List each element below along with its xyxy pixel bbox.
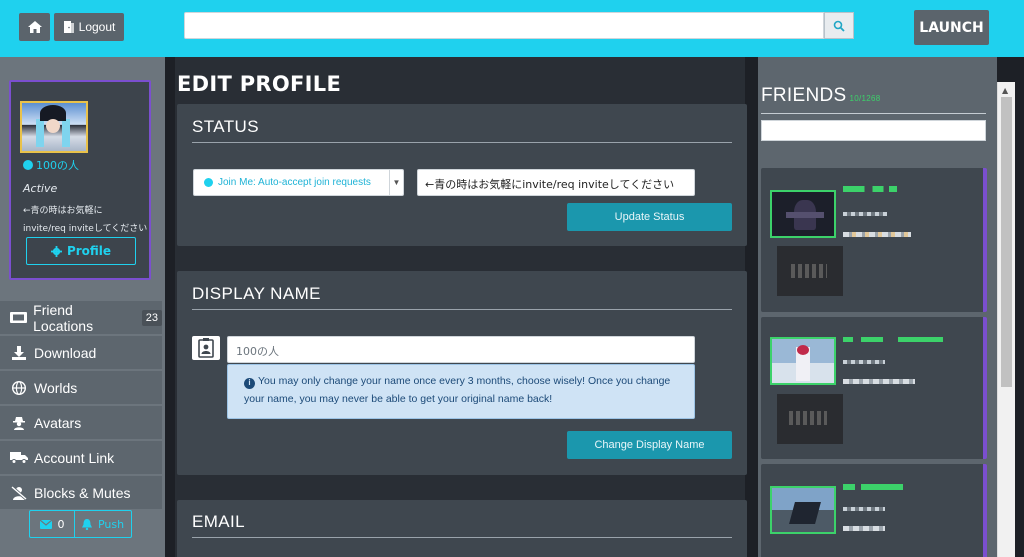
nav-item-label: Avatars [34, 414, 82, 431]
user-status: Active [23, 182, 58, 195]
search-button[interactable] [824, 12, 854, 39]
friend-card[interactable] [761, 317, 987, 459]
id-badge-icon [192, 336, 220, 360]
nav-item-friend-locations[interactable]: Friend Locations 23 [0, 301, 162, 334]
status-select[interactable]: Join Me: Auto-accept join requests ▼ [193, 169, 404, 196]
home-button[interactable] [19, 13, 50, 41]
email-panel-title: EMAIL [192, 512, 246, 531]
nav-item-avatars[interactable]: Avatars [0, 406, 162, 439]
push-button[interactable]: Push [75, 510, 132, 538]
avatar[interactable] [20, 101, 88, 153]
logout-label: Logout [78, 20, 116, 34]
update-status-button[interactable]: Update Status [567, 203, 732, 231]
main-content: EDIT PROFILE STATUS Join Me: Auto-accept… [165, 57, 758, 557]
change-display-name-button[interactable]: Change Display Name [567, 431, 732, 459]
profile-button[interactable]: Profile [26, 237, 136, 265]
email-panel: EMAIL [177, 500, 747, 557]
sidebar: 100の人 Active ←青の時はお気軽に invite/req invite… [0, 57, 165, 557]
user-name: 100の人 [23, 157, 79, 173]
online-status-dot [23, 160, 33, 170]
friend-avatar-thumbnail [770, 486, 836, 534]
envelope-icon [39, 519, 52, 529]
friends-count: 10/1268 [849, 94, 881, 103]
truck-icon [10, 451, 28, 464]
divider [192, 142, 732, 143]
friends-search-input[interactable] [761, 120, 986, 141]
nav-item-download[interactable]: Download [0, 336, 162, 369]
name-change-info-alert: i You may only change your name once ever… [227, 364, 695, 419]
friend-name-redacted [843, 337, 943, 342]
user-status-description: ←青の時はお気軽に invite/req inviteしてください [23, 206, 148, 234]
friend-name-redacted [843, 484, 903, 490]
friend-card[interactable] [761, 464, 987, 557]
divider [761, 113, 986, 114]
home-icon [27, 21, 42, 33]
nav-item-label: Worlds [34, 379, 78, 396]
download-icon [10, 345, 28, 360]
nav-item-worlds[interactable]: Worlds [0, 371, 162, 404]
door-icon [63, 21, 74, 33]
status-dot-icon [204, 178, 213, 187]
friend-world-thumbnail [777, 394, 843, 444]
friend-location-redacted [843, 232, 911, 237]
friend-card[interactable] [761, 168, 987, 312]
nav-item-label: Blocks & Mutes [34, 484, 131, 501]
display-name-input[interactable]: 100の人 [227, 336, 695, 363]
friend-location-redacted [843, 526, 885, 531]
scrollbar-thumb[interactable] [1001, 97, 1012, 387]
page-title: EDIT PROFILE [177, 72, 342, 96]
push-label: Push [97, 517, 125, 531]
profile-label: Profile [66, 244, 112, 258]
chevron-down-icon: ▼ [389, 170, 403, 195]
ticket-icon [10, 312, 28, 323]
user-name-text: 100の人 [36, 159, 79, 172]
notification-buttons: 0 Push [29, 510, 132, 538]
friends-title: FRIENDS 10/1268 [761, 85, 881, 107]
nav-item-label: Download [34, 344, 97, 361]
display-name-panel-title: DISPLAY NAME [192, 284, 321, 303]
search-icon [833, 20, 845, 32]
launch-button[interactable]: LAUNCH [914, 10, 989, 45]
friend-status-redacted [843, 360, 885, 364]
friends-scrollbar[interactable]: ▲ [997, 82, 1015, 557]
friends-title-text: FRIENDS [761, 85, 847, 106]
messages-button[interactable]: 0 [29, 510, 75, 538]
friend-world-thumbnail [777, 246, 843, 296]
user-card: 100の人 Active ←青の時はお気軽に invite/req invite… [9, 80, 151, 280]
globe-icon [10, 380, 28, 395]
nav-item-label: Account Link [34, 449, 115, 466]
chevron-up-icon[interactable]: ▲ [1002, 86, 1008, 95]
status-panel-title: STATUS [192, 117, 259, 136]
friends-panel: FRIENDS 10/1268 [758, 57, 997, 557]
nav-item-account-link[interactable]: Account Link [0, 441, 162, 474]
friend-name-redacted [843, 186, 897, 192]
nav-item-blocks-mutes[interactable]: Blocks & Mutes [0, 476, 162, 509]
bell-icon [81, 518, 92, 530]
display-name-panel: DISPLAY NAME 100の人 i You may only change … [177, 271, 747, 475]
gear-icon [50, 245, 62, 257]
nav-list: Friend Locations 23 Download Worlds Avat… [0, 301, 162, 511]
divider [192, 309, 732, 310]
status-select-value: Join Me: Auto-accept join requests [218, 177, 371, 188]
divider [192, 537, 732, 538]
info-text: You may only change your name once every… [244, 375, 671, 405]
friend-status-redacted [843, 212, 887, 216]
status-description-input[interactable]: ←青の時はお気軽にinvite/req inviteしてください [417, 169, 695, 196]
user-secret-icon [10, 416, 28, 430]
info-icon: i [244, 377, 255, 389]
friend-status-redacted [843, 507, 885, 511]
logout-button[interactable]: Logout [54, 13, 124, 41]
friend-location-redacted [843, 379, 915, 384]
friend-avatar-thumbnail [770, 190, 836, 238]
user-slash-icon [10, 485, 28, 500]
messages-count: 0 [57, 517, 65, 531]
nav-item-label: Friend Locations [33, 301, 94, 334]
friend-locations-badge: 23 [141, 309, 162, 326]
status-panel: STATUS Join Me: Auto-accept join request… [177, 104, 747, 246]
search-input[interactable] [184, 12, 824, 39]
top-bar: Logout LAUNCH [0, 0, 1024, 57]
friend-avatar-thumbnail [770, 337, 836, 385]
